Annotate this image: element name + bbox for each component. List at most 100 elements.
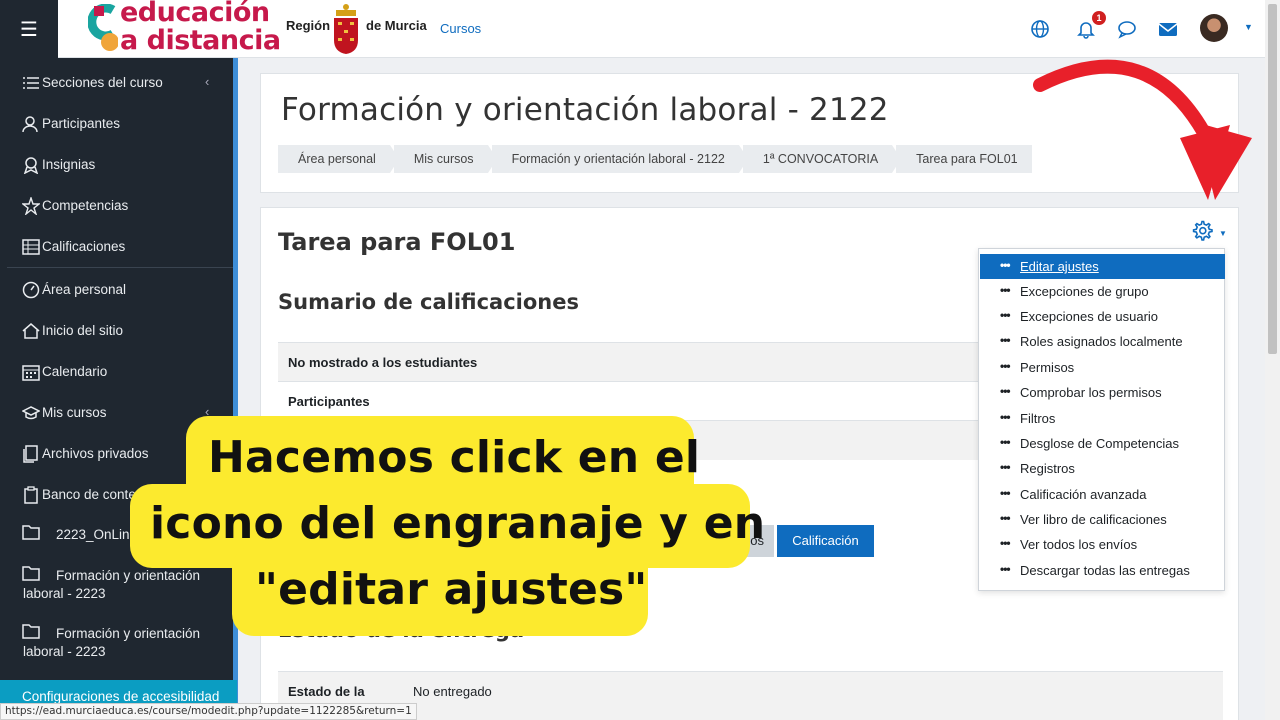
summary-row-label: Participantes (288, 394, 370, 409)
submission-status-row: Estado de la No entregado (278, 671, 1223, 720)
instruction-callout: Hacemos click en el icono del engranaje … (130, 416, 765, 636)
messages-chat-icon[interactable] (1117, 19, 1137, 39)
accessibility-label: Configuraciones de accesibilidad (22, 689, 220, 704)
user-menu-caret-icon[interactable]: ▼ (1244, 22, 1253, 32)
folder-icon (22, 566, 40, 581)
menu-item-descargar[interactable]: ••• Descargar todas las entregas (980, 558, 1225, 583)
dots-icon: ••• (1000, 486, 1011, 500)
menu-toggle-button[interactable]: ☰ (0, 0, 58, 58)
menu-item-permisos[interactable]: ••• Permisos (980, 355, 1225, 380)
menu-item-desglose[interactable]: ••• Desglose de Competencias (980, 431, 1225, 456)
menu-item-label: Ver libro de calificaciones (1020, 512, 1167, 527)
summary-row-label: No mostrado a los estudiantes (288, 355, 478, 370)
sidebar-item-label: Área personal (42, 282, 127, 297)
callout-line-1: Hacemos click en el (208, 432, 701, 483)
menu-item-roles[interactable]: ••• Roles asignados localmente (980, 329, 1225, 354)
table-icon (22, 239, 40, 255)
menu-item-comprobar-permisos[interactable]: ••• Comprobar los permisos (980, 380, 1225, 405)
dots-icon: ••• (1000, 308, 1011, 322)
region-label-right: de Murcia (366, 18, 427, 33)
star-icon (22, 197, 40, 215)
course-title: Formación y orientación laboral - 2122 (281, 92, 889, 128)
menu-item-registros[interactable]: ••• Registros (980, 456, 1225, 481)
sidebar-item-label: Calificaciones (42, 239, 126, 254)
breadcrumb-item[interactable]: Mis cursos (393, 145, 497, 173)
chevron-left-icon[interactable]: ‹ (205, 74, 209, 89)
list-icon (23, 77, 39, 89)
page-title: Tarea para FOL01 (278, 228, 516, 256)
language-globe-icon[interactable] (1030, 19, 1050, 39)
status-value: No entregado (413, 684, 492, 699)
dots-icon: ••• (1000, 359, 1011, 373)
logo-text-line2: a distancia (120, 25, 281, 56)
breadcrumb: Área personal Mis cursos Formación y ori… (278, 145, 1036, 173)
menu-item-ver-envios[interactable]: ••• Ver todos los envíos (980, 532, 1225, 557)
status-key: Estado de la (288, 684, 365, 699)
dots-icon: ••• (1000, 384, 1011, 398)
sidebar-item-label: Secciones del curso (42, 75, 163, 90)
dots-icon: ••• (1000, 258, 1011, 272)
breadcrumb-item[interactable]: 1ª CONVOCATORIA (742, 145, 902, 173)
murcia-crest-icon (334, 4, 358, 54)
menu-item-label: Filtros (1020, 411, 1056, 426)
menu-item-label: Editar ajustes (1020, 259, 1099, 274)
menu-item-label: Permisos (1020, 360, 1075, 375)
menu-item-label: Roles asignados localmente (1020, 334, 1183, 349)
callout-line-3: "editar ajustes" (255, 564, 648, 615)
menu-item-filtros[interactable]: ••• Filtros (980, 406, 1225, 431)
sidebar-item-label: Competencias (42, 198, 129, 213)
dots-icon: ••• (1000, 435, 1011, 449)
sidebar-item-label: Participantes (42, 116, 121, 131)
breadcrumb-item[interactable]: Tarea para FOL01 (896, 145, 1032, 173)
menu-item-label: Excepciones de usuario (1020, 309, 1159, 324)
dots-icon: ••• (1000, 460, 1011, 474)
menu-item-excepciones-grupo[interactable]: ••• Excepciones de grupo (980, 279, 1225, 304)
notification-count-badge: 1 (1092, 11, 1106, 25)
home-icon (22, 323, 40, 339)
sidebar-item-label: Mis cursos (42, 405, 107, 420)
folder-label-line2: laboral - 2223 (23, 644, 106, 659)
files-icon (23, 445, 38, 463)
menu-item-calificacion-avanzada[interactable]: ••• Calificación avanzada (980, 482, 1225, 507)
summary-title: Sumario de calificaciones (278, 290, 579, 314)
breadcrumb-item[interactable]: Formación y orientación laboral - 2122 (491, 145, 749, 173)
menu-item-editar-ajustes[interactable]: ••• Editar ajustes (980, 254, 1225, 279)
breadcrumb-item[interactable]: Área personal (278, 145, 399, 173)
menu-item-label: Desglose de Competencias (1020, 436, 1179, 451)
folder-icon (22, 525, 40, 540)
sidebar-divider (7, 267, 233, 268)
folder-label: 2223_OnLine (56, 527, 138, 542)
logo-mark-icon (88, 4, 118, 51)
menu-item-label: Excepciones de grupo (1020, 284, 1149, 299)
clipboard-icon (24, 486, 38, 504)
grade-button[interactable]: Calificación (777, 525, 874, 557)
user-avatar[interactable] (1200, 14, 1228, 42)
menu-item-libro-calificaciones[interactable]: ••• Ver libro de calificaciones (980, 507, 1225, 532)
region-label-left: Región (286, 18, 331, 33)
link-status-url: https://ead.murciaeduca.es/course/modedi… (0, 703, 417, 720)
menu-item-label: Ver todos los envíos (1020, 537, 1138, 552)
callout-line-2: icono del engranaje y en (150, 498, 766, 549)
red-curved-arrow-icon (1033, 59, 1252, 200)
action-menu-dropdown: ••• Editar ajustes ••• Excepciones de grup… (978, 248, 1225, 591)
dots-icon: ••• (1000, 511, 1011, 525)
sidebar-item-label: Inicio del sitio (42, 323, 124, 338)
sidebar-item-label: Calendario (42, 364, 108, 379)
folder-label-line2: laboral - 2223 (23, 586, 106, 601)
menu-item-label: Calificación avanzada (1020, 487, 1147, 502)
menu-item-excepciones-usuario[interactable]: ••• Excepciones de usuario (980, 304, 1225, 329)
mail-envelope-icon[interactable] (1158, 19, 1178, 39)
site-logo[interactable]: educación a distancia (88, 0, 283, 58)
dots-icon: ••• (1000, 562, 1011, 576)
menu-item-label: Registros (1020, 461, 1075, 476)
logo-text-line1: educación (120, 0, 270, 28)
dots-icon: ••• (1000, 536, 1011, 550)
graduation-cap-icon (22, 406, 40, 420)
hamburger-icon: ☰ (20, 18, 38, 41)
dots-icon: ••• (1000, 283, 1011, 297)
courses-link[interactable]: Cursos (440, 21, 481, 36)
folder-icon (22, 624, 40, 639)
users-icon (22, 116, 38, 133)
calendar-icon (22, 365, 40, 381)
sidebar-item-label: Insignias (42, 157, 96, 172)
